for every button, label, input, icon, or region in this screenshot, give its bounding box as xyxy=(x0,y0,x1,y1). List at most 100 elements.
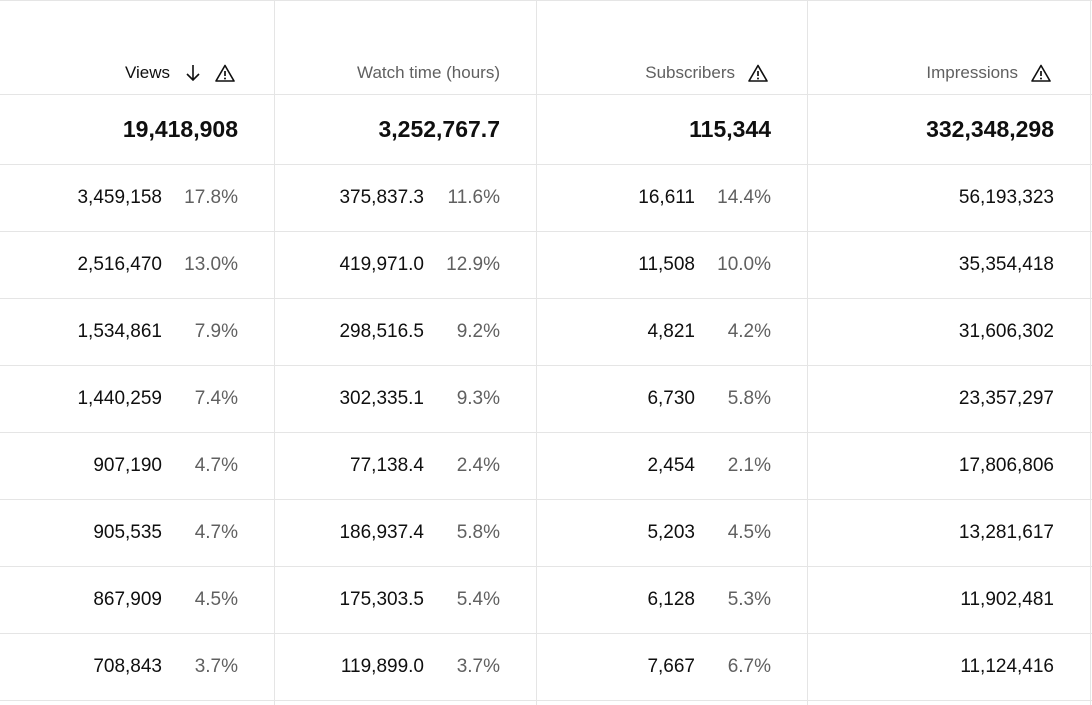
subscribers-cell: 2,454 2.1% xyxy=(537,433,807,499)
views-value: 1,440,259 xyxy=(77,388,162,409)
column-header-watch-time[interactable]: Watch time (hours) xyxy=(275,1,536,94)
subscribers-percent: 14.4% xyxy=(717,187,771,208)
impressions-value: 11,124,416 xyxy=(960,656,1054,677)
subscribers-percent: 4.5% xyxy=(727,522,771,543)
warning-icon[interactable] xyxy=(1030,63,1052,83)
views-value: 907,190 xyxy=(93,455,162,476)
table-header-row: Views Watch time (hours) Subscribers Imp… xyxy=(0,1,1092,95)
impressions-value: 23,357,297 xyxy=(958,388,1054,409)
views-cell: 1,534,861 7.9% xyxy=(0,299,274,365)
subscribers-cell: 6,730 5.8% xyxy=(537,366,807,432)
table-row[interactable]: 708,843 3.7% 119,899.0 3.7% 7,667 6.7% 11,124,… xyxy=(0,634,1092,701)
views-cell: 708,843 3.7% xyxy=(0,634,274,700)
subscribers-value: 4,821 xyxy=(647,321,695,342)
watch-time-cell: 302,335.1 9.3% xyxy=(275,366,536,432)
views-percent: 7.4% xyxy=(194,388,238,409)
subscribers-percent: 5.8% xyxy=(727,388,771,409)
watch-time-percent: 3.7% xyxy=(456,656,500,677)
views-percent: 13.0% xyxy=(184,254,238,275)
views-value: 1,534,861 xyxy=(77,321,162,342)
table-row[interactable]: 867,909 4.5% 175,303.5 5.4% 6,128 5.3% 11,902,… xyxy=(0,567,1092,634)
impressions-cell: 13,281,617 xyxy=(808,500,1090,566)
views-value: 867,909 xyxy=(93,589,162,610)
watch-time-percent: 12.9% xyxy=(446,254,500,275)
column-header-impressions[interactable]: Impressions xyxy=(808,1,1090,94)
table-row[interactable]: 1,440,259 7.4% 302,335.1 9.3% 6,730 5.8% 23,35… xyxy=(0,366,1092,433)
views-percent: 4.7% xyxy=(194,455,238,476)
warning-icon[interactable] xyxy=(214,63,236,83)
watch-time-cell: 298,516.5 9.2% xyxy=(275,299,536,365)
arrow-down-icon[interactable] xyxy=(182,63,204,83)
table-row[interactable]: 905,535 4.7% 186,937.4 5.8% 5,203 4.5% 13,281,… xyxy=(0,500,1092,567)
views-cell: 2,516,470 13.0% xyxy=(0,232,274,298)
warning-icon[interactable] xyxy=(747,63,769,83)
subscribers-value: 7,667 xyxy=(647,656,695,677)
watch-time-percent: 2.4% xyxy=(456,455,500,476)
watch-time-cell: 186,937.4 5.8% xyxy=(275,500,536,566)
total-impressions: 332,348,298 xyxy=(926,116,1054,142)
watch-time-value: 77,138.4 xyxy=(350,455,424,476)
impressions-cell: 23,357,297 xyxy=(808,366,1090,432)
impressions-cell: 11,124,416 xyxy=(808,634,1090,700)
watch-time-percent: 11.6% xyxy=(447,187,500,208)
views-value: 708,843 xyxy=(93,656,162,677)
views-cell: 867,909 4.5% xyxy=(0,567,274,633)
views-percent: 17.8% xyxy=(184,187,238,208)
subscribers-cell: 6,128 5.3% xyxy=(537,567,807,633)
subscribers-percent: 6.7% xyxy=(727,656,771,677)
watch-time-percent: 5.4% xyxy=(456,589,500,610)
impressions-value: 31,606,302 xyxy=(958,321,1054,342)
watch-time-cell: 119,899.0 3.7% xyxy=(275,634,536,700)
watch-time-value: 302,335.1 xyxy=(339,388,424,409)
totals-row: 19,418,908 3,252,767.7 115,344 332,348,2… xyxy=(0,95,1092,165)
watch-time-cell: 175,303.5 5.4% xyxy=(275,567,536,633)
views-cell: 905,535 4.7% xyxy=(0,500,274,566)
views-cell: 907,190 4.7% xyxy=(0,433,274,499)
watch-time-cell: 419,971.0 12.9% xyxy=(275,232,536,298)
subscribers-cell: 7,667 6.7% xyxy=(537,634,807,700)
column-header-views[interactable]: Views xyxy=(0,1,274,94)
views-percent: 3.7% xyxy=(194,656,238,677)
subscribers-percent: 4.2% xyxy=(727,321,771,342)
subscribers-cell: 11,508 10.0% xyxy=(537,232,807,298)
subscribers-value: 6,128 xyxy=(647,589,695,610)
total-views: 19,418,908 xyxy=(122,116,238,142)
watch-time-value: 375,837.3 xyxy=(339,187,424,208)
total-watch-time: 3,252,767.7 xyxy=(378,116,500,142)
column-header-subscribers[interactable]: Subscribers xyxy=(537,1,807,94)
table-row[interactable]: 3,459,158 17.8% 375,837.3 11.6% 16,611 14.4% 5… xyxy=(0,165,1092,232)
subscribers-percent: 10.0% xyxy=(717,254,771,275)
subscribers-value: 6,730 xyxy=(647,388,695,409)
impressions-cell: 11,902,481 xyxy=(808,567,1090,633)
views-value: 3,459,158 xyxy=(77,187,162,208)
table-row[interactable]: 1,534,861 7.9% 298,516.5 9.2% 4,821 4.2% 31,60… xyxy=(0,299,1092,366)
views-value: 905,535 xyxy=(93,522,162,543)
table-row[interactable]: 907,190 4.7% 77,138.4 2.4% 2,454 2.1% 17,806,8… xyxy=(0,433,1092,500)
impressions-cell: 17,806,806 xyxy=(808,433,1090,499)
column-header-label: Views xyxy=(124,63,170,82)
watch-time-value: 175,303.5 xyxy=(339,589,424,610)
column-header-label: Impressions xyxy=(926,63,1018,82)
watch-time-value: 298,516.5 xyxy=(339,321,424,342)
impressions-value: 13,281,617 xyxy=(958,522,1054,543)
subscribers-value: 16,611 xyxy=(638,187,695,208)
impressions-cell: 56,193,323 xyxy=(808,165,1090,231)
column-header-label: Watch time (hours) xyxy=(357,63,500,82)
watch-time-percent: 5.8% xyxy=(456,522,500,543)
views-percent: 4.5% xyxy=(194,589,238,610)
table-row[interactable]: 2,516,470 13.0% 419,971.0 12.9% 11,508 10.0% 3… xyxy=(0,232,1092,299)
impressions-value: 56,193,323 xyxy=(958,187,1054,208)
views-percent: 4.7% xyxy=(194,522,238,543)
subscribers-percent: 2.1% xyxy=(727,455,771,476)
column-header-label: Subscribers xyxy=(645,63,735,82)
views-percent: 7.9% xyxy=(194,321,238,342)
subscribers-cell: 5,203 4.5% xyxy=(537,500,807,566)
watch-time-cell: 77,138.4 2.4% xyxy=(275,433,536,499)
subscribers-value: 2,454 xyxy=(647,455,695,476)
subscribers-cell: 4,821 4.2% xyxy=(537,299,807,365)
views-value: 2,516,470 xyxy=(77,254,162,275)
subscribers-cell: 16,611 14.4% xyxy=(537,165,807,231)
watch-time-value: 186,937.4 xyxy=(339,522,424,543)
subscribers-value: 5,203 xyxy=(647,522,695,543)
watch-time-percent: 9.3% xyxy=(456,388,500,409)
